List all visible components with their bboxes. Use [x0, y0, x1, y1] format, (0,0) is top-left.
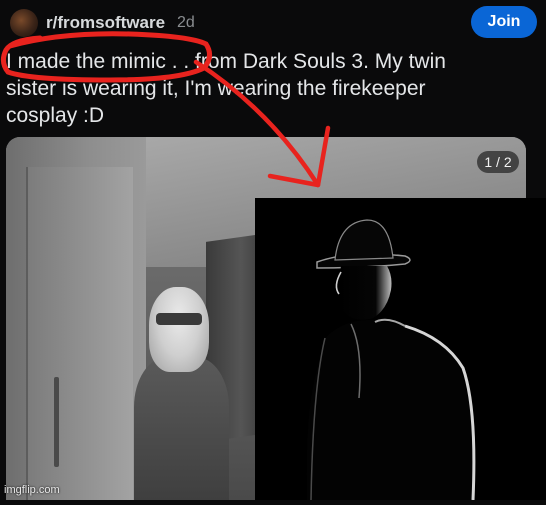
post-header: r/fromsoftware 2d Join [0, 0, 546, 44]
cosplayer-mask [156, 313, 202, 325]
post-title-line-2: sister is wearing it, I'm wearing the fi… [6, 77, 426, 100]
photo-cosplayer [134, 287, 229, 500]
photo-door [26, 167, 133, 500]
gallery-page-indicator: 1 / 2 [477, 151, 519, 173]
post-title-line-3: cosplay :D [6, 104, 105, 127]
imgflip-watermark: imgflip.com [4, 484, 60, 496]
cosplayer-robe [134, 357, 229, 500]
overlay-silhouette-image [255, 198, 546, 501]
cosplayer-hair [149, 287, 209, 372]
join-button[interactable]: Join [471, 6, 537, 38]
subreddit-avatar[interactable] [10, 9, 38, 37]
post-age: 2d [177, 14, 195, 31]
subreddit-name[interactable]: r/fromsoftware [46, 13, 165, 33]
post-title-line-1: I made the mimic . . from Dark Souls 3. … [6, 50, 446, 73]
post-title[interactable]: I made the mimic . . from Dark Souls 3. … [6, 48, 536, 129]
silhouette-man-icon [306, 219, 476, 501]
photo-door-handle [54, 377, 59, 467]
